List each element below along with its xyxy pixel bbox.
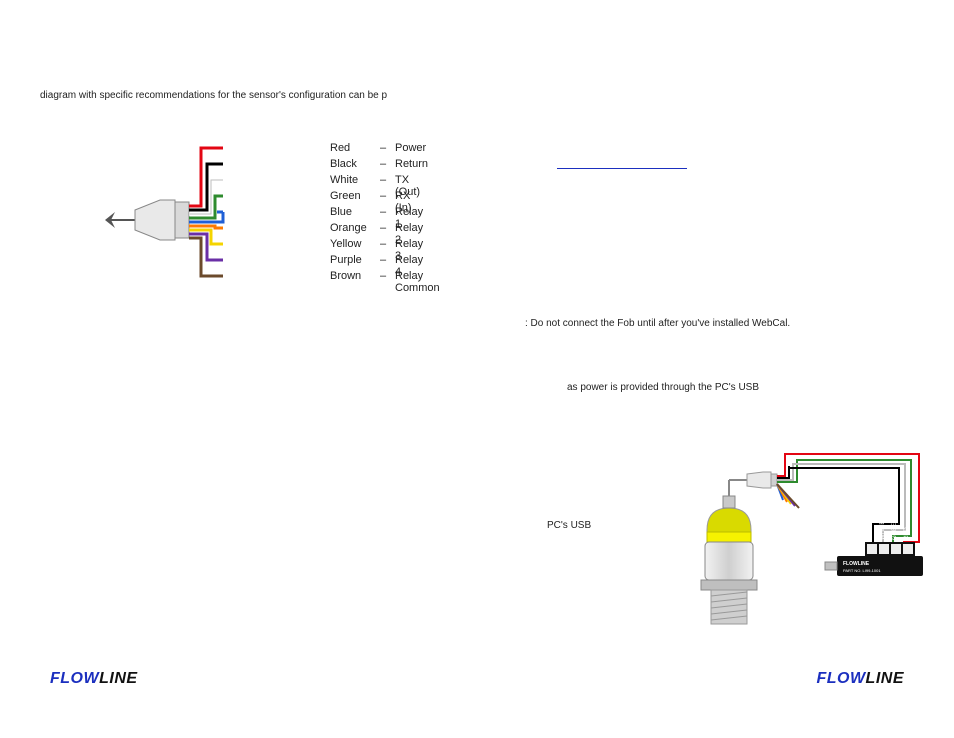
page-right: : Do not connect the Fob until after you…	[477, 0, 954, 738]
legend-func-0: Power	[395, 142, 426, 154]
legend-dash-5: –	[380, 222, 386, 234]
logo-word-line: LINE	[99, 670, 137, 687]
logo-word-line-r: LINE	[866, 670, 904, 687]
wiring-diagram: Red – Power Black – Return White – TX (O…	[105, 140, 405, 310]
logo-word-flow-r: FLOW	[816, 670, 865, 687]
page-left: diagram with specific recommendations fo…	[0, 0, 477, 738]
legend-dash-2: –	[380, 174, 386, 186]
legend-name-5: Orange	[330, 222, 367, 234]
legend-name-4: Blue	[330, 206, 352, 218]
legend-name-3: Green	[330, 190, 361, 202]
brand-logo-left: FLOWLINE	[50, 670, 138, 688]
legend-name-6: Yellow	[330, 238, 361, 250]
legend-dash-4: –	[380, 206, 386, 218]
wire-lines	[189, 148, 223, 276]
term-label-1: WHITE	[880, 521, 886, 540]
legend-dash-7: –	[380, 254, 386, 266]
sensor-icon	[701, 496, 757, 624]
legend-name-2: White	[330, 174, 358, 186]
text-fragment-config-diagram: diagram with specific recommendations fo…	[40, 90, 387, 101]
note-fob-install: : Do not connect the Fob until after you…	[525, 318, 790, 329]
note-usb-power: as power is provided through the PC's US…	[567, 382, 759, 393]
legend-name-8: Brown	[330, 270, 361, 282]
legend-func-1: Return	[395, 158, 428, 170]
legend-name-7: Purple	[330, 254, 362, 266]
legend-dash-8: –	[380, 270, 386, 282]
logo-word-flow: FLOW	[50, 670, 99, 687]
term-label-0: BLACK	[868, 520, 874, 540]
brand-logo-right: FLOWLINE	[816, 670, 904, 688]
legend-func-8: Relay Common	[395, 270, 440, 294]
legend-dash-0: –	[380, 142, 386, 154]
legend-name-1: Black	[330, 158, 357, 170]
label-pc-usb: PC's USB	[547, 520, 591, 531]
pigtail-plug-icon	[729, 472, 777, 496]
legend-name-0: Red	[330, 142, 350, 154]
cable-plug-icon	[105, 200, 189, 240]
fob-partno: PART NO. LI99-1001	[843, 568, 881, 573]
legend-dash-6: –	[380, 238, 386, 250]
connection-svg: BLACK WHITE GREEN RED FLOWLINE PART NO. …	[697, 450, 927, 640]
legend-dash-3: –	[380, 190, 386, 202]
term-label-2: GREEN	[892, 519, 898, 540]
fob-brand: FLOWLINE	[843, 561, 870, 567]
run-wires	[785, 454, 919, 542]
link-stub[interactable]	[557, 168, 687, 169]
legend-dash-1: –	[380, 158, 386, 170]
connection-diagram: BLACK WHITE GREEN RED FLOWLINE PART NO. …	[697, 450, 927, 640]
term-label-3: RED	[904, 527, 910, 540]
